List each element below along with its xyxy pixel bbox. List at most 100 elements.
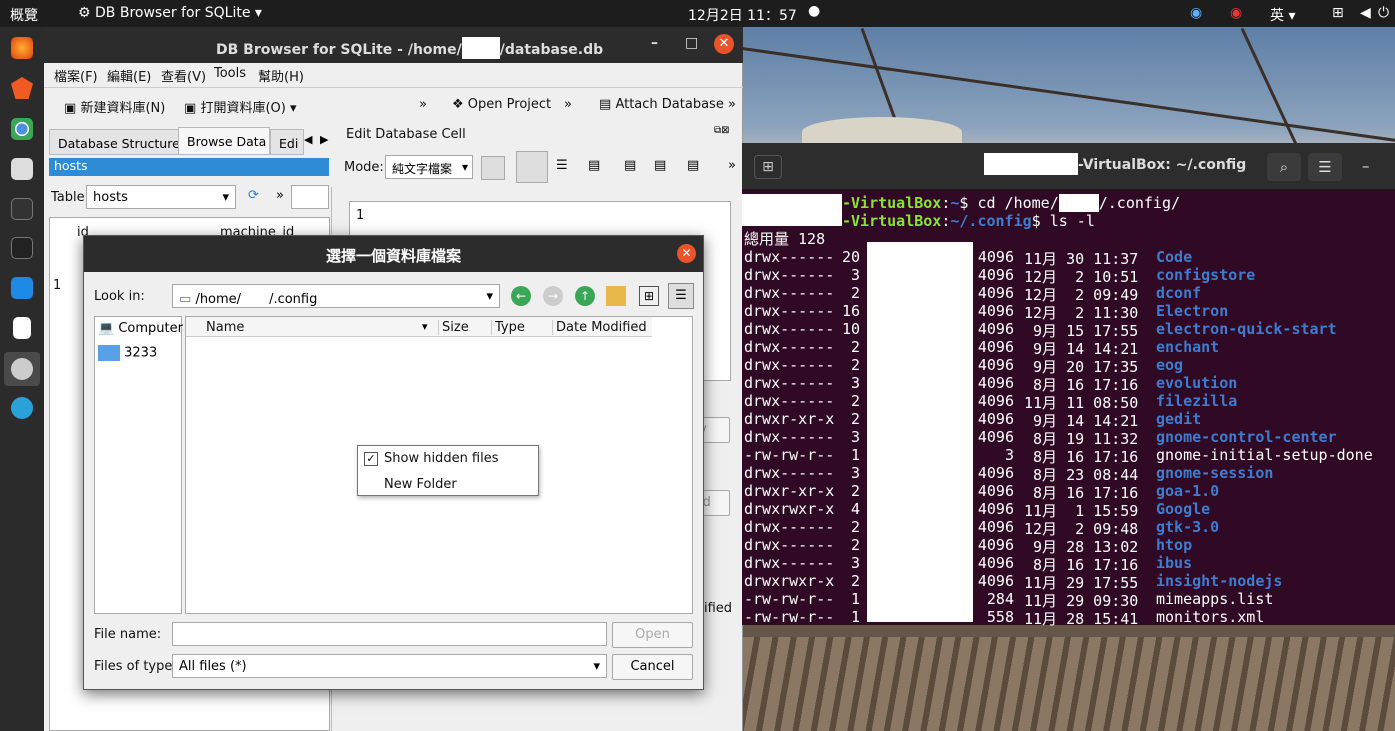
back-icon[interactable]: ←: [511, 286, 531, 306]
telegram-icon[interactable]: [11, 397, 33, 419]
detail-view-icon[interactable]: ☰: [668, 283, 694, 309]
sqlite-icon[interactable]: [11, 358, 33, 380]
menu-edit[interactable]: 編輯(E): [107, 66, 151, 85]
ls-perm: -rw-rw-r--: [744, 590, 835, 608]
menu-help[interactable]: 幫助(H): [258, 66, 304, 85]
place-3233[interactable]: 3233: [98, 345, 157, 361]
ime-indicator[interactable]: 英 ▾: [1270, 5, 1295, 25]
filter-box[interactable]: [291, 185, 329, 209]
clock[interactable]: 12月2日 11：57: [688, 5, 797, 25]
network-icon[interactable]: ⊞: [1332, 5, 1344, 21]
power-icon[interactable]: ⏻: [1378, 5, 1389, 21]
word-wrap-icon[interactable]: [516, 151, 548, 183]
search-icon[interactable]: ⌕: [1267, 153, 1301, 181]
folder-icon: ▭: [179, 292, 192, 307]
close-icon[interactable]: ✕: [677, 244, 696, 263]
new-folder-icon[interactable]: [606, 286, 626, 306]
file-dialog: 選擇一個資料庫檔案 ✕ Look in: ▭ /home/ /.config ▾ ←…: [83, 235, 704, 690]
total-line: 總用量 128: [744, 230, 826, 248]
list-view-icon[interactable]: ⊞: [639, 286, 659, 306]
show-hidden-files-item[interactable]: Show hidden files: [384, 451, 499, 466]
terminal-icon[interactable]: [11, 237, 33, 259]
maximize-icon[interactable]: □: [685, 35, 698, 51]
open-database-button[interactable]: ▣ 打開資料庫(O) ▾: [184, 97, 297, 116]
auto-format-icon[interactable]: [481, 156, 505, 180]
app-menu[interactable]: ⚙ DB Browser for SQLite ▾: [78, 5, 262, 21]
chrome-icon[interactable]: [11, 118, 33, 140]
tab-edit-pragmas[interactable]: Edi: [270, 129, 304, 155]
chrome-remote-icon[interactable]: ◉: [1230, 5, 1242, 21]
new-db-icon: ▣: [64, 101, 77, 116]
files-of-type-select[interactable]: All files (*) ▾: [172, 654, 607, 678]
col-date-modified[interactable]: Date Modified: [552, 320, 647, 335]
file-name-input[interactable]: [172, 622, 607, 646]
refresh-icon[interactable]: ⟳: [248, 188, 259, 203]
tab-scroll-left-icon[interactable]: ◀: [304, 133, 312, 146]
prompt-host: -VirtualBox: [842, 212, 942, 230]
filter-more[interactable]: »: [276, 188, 284, 203]
files-icon[interactable]: [11, 158, 33, 180]
minimize-icon[interactable]: –: [1362, 157, 1370, 175]
tab-database-structure[interactable]: Database Structure: [49, 129, 180, 155]
col-name[interactable]: Name: [206, 320, 244, 335]
ime-label: 英: [1270, 8, 1284, 24]
hamburger-menu-icon[interactable]: ☰: [1308, 153, 1342, 181]
prompt-command: $ ls -l: [1031, 212, 1095, 230]
ls-perm: drwx------: [744, 536, 835, 554]
cancel-button[interactable]: Cancel: [612, 654, 693, 680]
ls-size: 284: [986, 590, 1014, 608]
terminal-title: -VirtualBox: ~/.config: [1078, 157, 1247, 173]
vscode-icon[interactable]: [11, 277, 33, 299]
new-database-button[interactable]: ▣ 新建資料庫(N): [64, 97, 165, 116]
prompt-command: $ cd /home/: [959, 194, 1059, 212]
toolbar-more-3[interactable]: »: [728, 97, 736, 112]
system-monitor-icon[interactable]: [11, 198, 33, 220]
menu-file[interactable]: 檔案(F): [54, 66, 98, 85]
set-null-icon[interactable]: ▤: [654, 158, 666, 173]
indent-icon[interactable]: ☰: [556, 158, 568, 173]
ls-size: 4096: [977, 464, 1014, 482]
ls-links: 20: [841, 248, 860, 266]
forward-icon[interactable]: →: [543, 286, 563, 306]
dialog-titlebar: 選擇一個資料庫檔案 ✕: [84, 236, 703, 272]
mode-select[interactable]: 純文字檔案 ▾: [385, 155, 473, 179]
volume-icon[interactable]: ◀: [1360, 5, 1371, 21]
ls-name: ibus: [1156, 554, 1193, 572]
open-project-button[interactable]: ❖ Open Project: [452, 97, 551, 112]
text-editor-icon[interactable]: [13, 317, 31, 339]
new-folder-item[interactable]: New Folder: [384, 477, 457, 492]
tab-scroll-right-icon[interactable]: ▶: [320, 133, 328, 146]
print-icon[interactable]: ▤: [687, 158, 699, 173]
import-icon[interactable]: ▤: [588, 158, 600, 173]
menu-view[interactable]: 查看(V): [161, 66, 206, 85]
place-computer[interactable]: 💻 Computer: [98, 321, 183, 336]
up-folder-icon[interactable]: ↑: [575, 286, 595, 306]
ls-links: 3: [850, 374, 860, 392]
more-icon[interactable]: »: [728, 158, 736, 173]
menu-tools[interactable]: Tools: [214, 66, 246, 81]
look-in-combo[interactable]: ▭ /home/ /.config ▾: [172, 284, 500, 308]
chevron-down-icon: ▾: [461, 160, 468, 174]
table-select[interactable]: hosts ▾: [86, 185, 236, 209]
attach-database-button[interactable]: ▤ Attach Database: [599, 97, 724, 112]
minimize-icon[interactable]: –: [651, 35, 658, 51]
firefox-icon[interactable]: [11, 37, 33, 59]
new-tab-icon[interactable]: ⊞: [754, 155, 782, 179]
toolbar-more-2[interactable]: »: [564, 97, 572, 112]
export-icon[interactable]: ▤: [624, 158, 636, 173]
tab-browse-data[interactable]: Browse Data: [178, 127, 270, 155]
row-number[interactable]: 1: [53, 278, 61, 293]
col-size[interactable]: Size: [438, 320, 469, 335]
toolbar-more[interactable]: »: [419, 97, 427, 112]
activities-button[interactable]: 概覽: [10, 5, 38, 25]
open-button[interactable]: Open: [612, 622, 693, 648]
close-icon[interactable]: ✕: [714, 34, 734, 54]
col-type[interactable]: Type: [491, 320, 525, 335]
ls-links: 1: [850, 446, 860, 464]
steam-icon[interactable]: ◉: [1190, 5, 1202, 21]
ls-row: drwx------ 2 4096 9月 28 13:02 htop: [742, 536, 1395, 556]
dock-float-icons[interactable]: ⧉⊠: [714, 125, 730, 136]
redacted-owner-column: [867, 242, 973, 622]
prompt-path: ~/.config: [950, 212, 1032, 230]
brave-icon[interactable]: [11, 77, 33, 99]
